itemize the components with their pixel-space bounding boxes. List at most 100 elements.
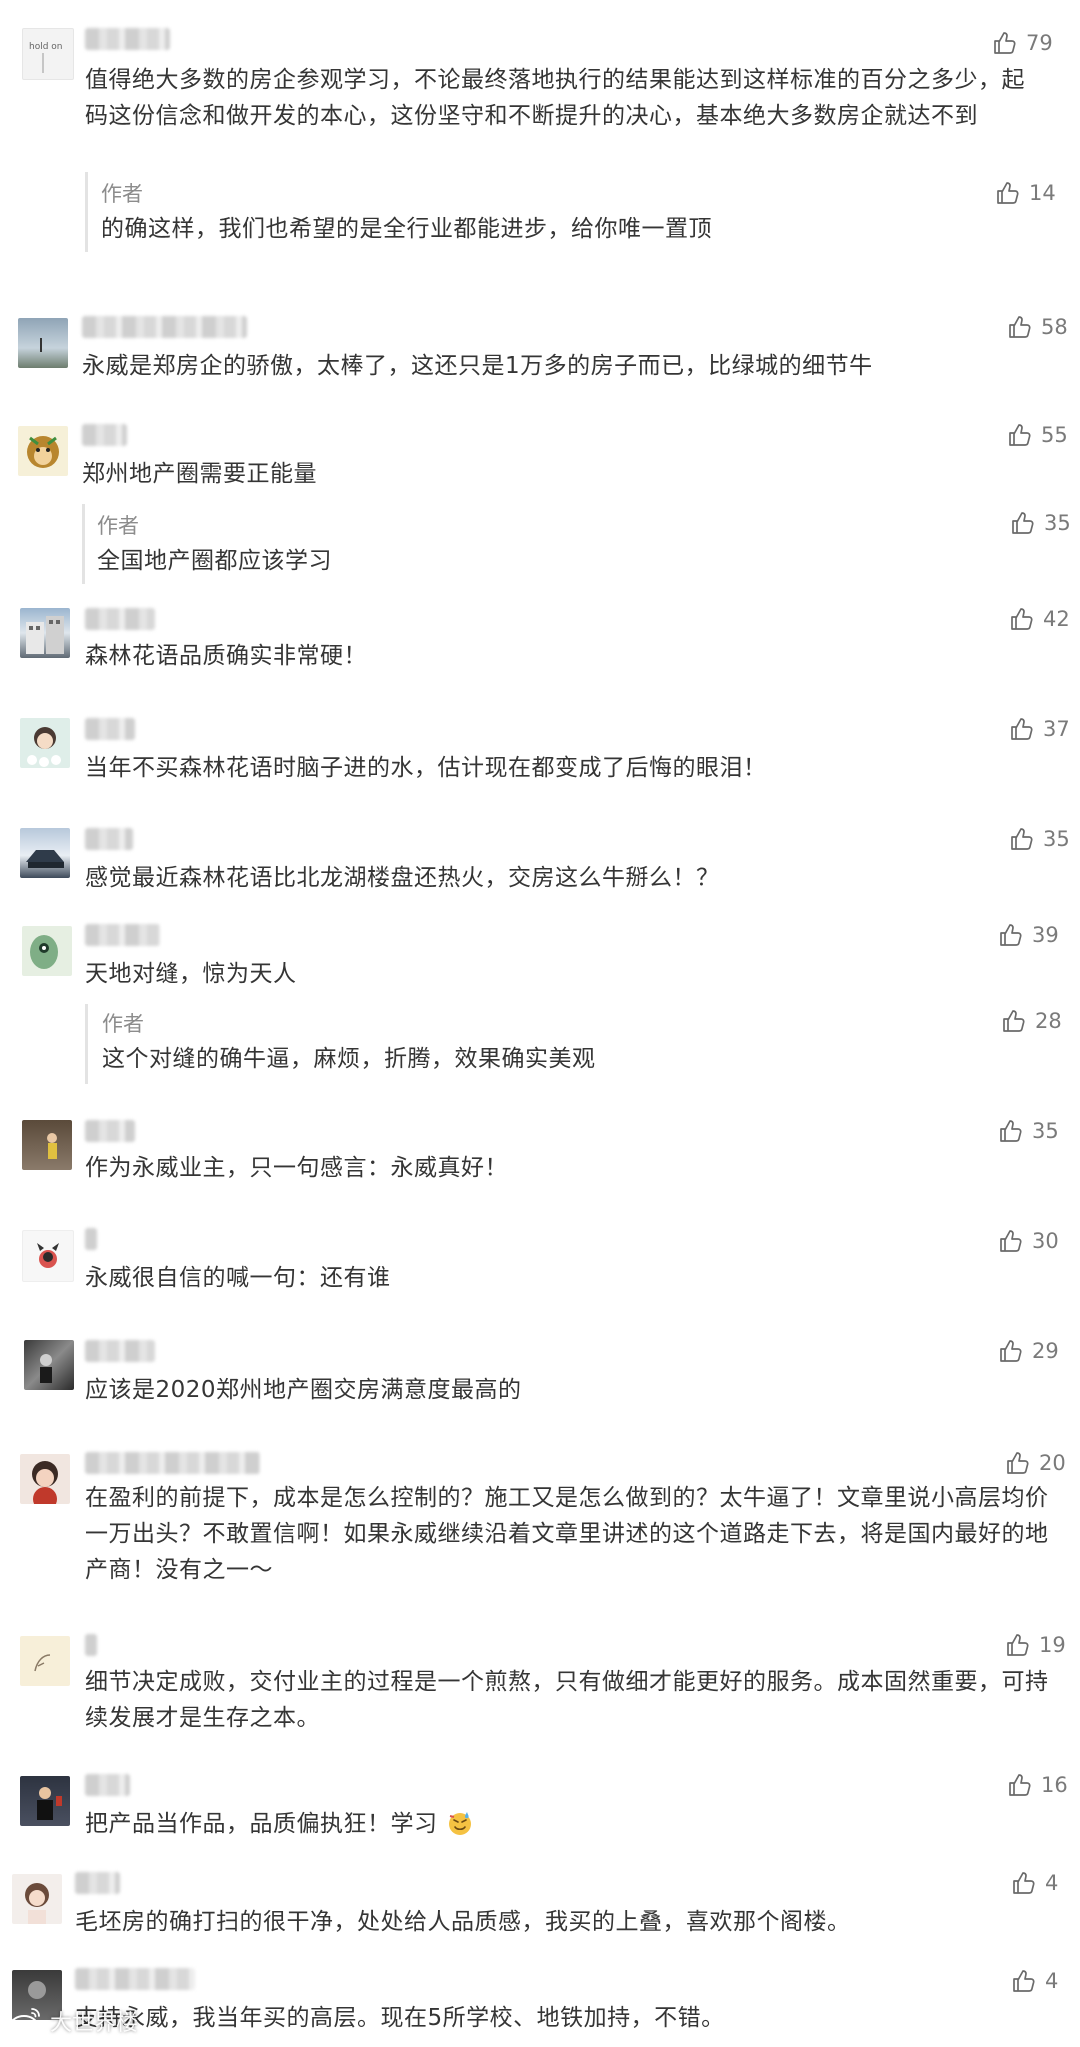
comment-text: 在盈利的前提下，成本是怎么控制的？施工又是怎么做到的？太牛逼了！文章里说小高层均… [85,1485,1049,1583]
comment-text: 永威是郑房企的骄傲，太棒了，这还只是1万多的房子而已，比绿城的细节牛 [82,353,873,379]
like-button[interactable]: 29 [998,1336,1059,1366]
comment-text: 应该是2020郑州地产圈交房满意度最高的 [85,1377,522,1403]
dark-photo-avatar-icon[interactable] [24,1340,74,1390]
comment-text-content: 把产品当作品，品质偏执狂！学习 [85,1811,438,1837]
like-button[interactable]: 37 [1009,714,1070,744]
thumbs-up-icon [1013,1872,1035,1894]
nickname[interactable] [75,1968,195,1990]
like-button[interactable]: 42 [1009,604,1070,634]
comment-item: 4 毛坯房的确打扫的很干净，处处给人品质感，我买的上叠，喜欢那个阁楼。 [0,1868,1080,1958]
like-count: 4 [1045,1969,1059,1993]
thumbs-up-icon [997,182,1019,204]
like-count: 16 [1041,1773,1068,1797]
cartoon-girl-avatar-icon[interactable] [20,718,70,768]
author-label: 作者 [102,1012,144,1036]
thumbs-up-icon [1007,1452,1029,1474]
comment-text: 感觉最近森林花语比北龙湖楼盘还热火，交房这么牛掰么！？ [85,865,720,891]
like-button[interactable]: 28 [1001,1006,1062,1036]
sweat-smile-icon [449,1812,472,1835]
building-avatar-icon[interactable] [20,608,70,658]
comment-item: 42 森林花语品质确实非常硬！ [0,598,1080,698]
nickname[interactable] [75,1872,120,1894]
nickname[interactable] [85,828,133,850]
like-button[interactable]: 58 [1007,312,1068,342]
comment-text: 永威很自信的喊一句：还有谁 [85,1265,391,1291]
like-button[interactable]: 16 [1007,1770,1068,1800]
thumbs-up-icon [1011,718,1033,740]
thumbs-up-icon [1012,512,1034,534]
thumbs-up-icon [1000,1120,1022,1142]
like-button[interactable]: 39 [998,920,1059,950]
like-button[interactable]: 30 [998,1226,1059,1256]
like-count: 28 [1035,1009,1062,1033]
like-count: 35 [1044,511,1071,535]
cartoon-cat-avatar-icon[interactable] [22,1230,74,1282]
nickname[interactable] [82,316,247,338]
comment-item: 35 感觉最近森林花语比北龙湖楼盘还热火，交房这么牛掰么！？ [0,822,1080,912]
nickname[interactable] [85,924,160,946]
like-button[interactable]: 20 [1005,1448,1066,1478]
reply-text: 全国地产圈都应该学习 [97,548,332,574]
speaker-avatar-icon[interactable] [20,1776,70,1826]
nickname[interactable] [85,1120,135,1142]
reply-text: 的确这样，我们也希望的是全行业都能进步，给你唯一置顶 [101,216,712,242]
reply-text: 这个对缝的确牛逼，麻烦，折腾，效果确实美观 [102,1046,596,1072]
nickname[interactable] [85,1774,130,1796]
nickname[interactable] [85,608,155,630]
like-button[interactable]: 35 [1009,824,1070,854]
watermark: 大世界楼 [8,2003,138,2039]
nickname[interactable] [85,1452,260,1474]
nickname[interactable] [85,1634,97,1656]
like-button[interactable]: 35 [1010,508,1071,538]
like-count: 30 [1032,1229,1059,1253]
comment-text: 当年不买森林花语时脑子进的水，估计现在都变成了后悔的眼泪！ [85,755,767,781]
author-label: 作者 [101,182,143,206]
nickname[interactable] [85,28,170,50]
landscape-avatar-icon[interactable] [18,318,68,368]
author-reply: 作者 全国地产圈都应该学习 35 [82,504,1071,584]
thumbs-up-icon [1000,1340,1022,1362]
like-button[interactable]: 55 [1007,420,1068,450]
snow-car-avatar-icon[interactable] [20,828,70,878]
monkey-avatar-icon[interactable] [18,426,68,476]
person-avatar-icon[interactable] [22,1120,72,1170]
thumbs-up-icon [1000,1230,1022,1252]
comment-text: 郑州地产圈需要正能量 [82,461,317,487]
author-reply: 作者 的确这样，我们也希望的是全行业都能进步，给你唯一置顶 14 [85,172,1056,252]
nickname[interactable] [85,1228,97,1250]
girl-avatar-icon[interactable] [20,1454,70,1504]
like-button[interactable]: 14 [995,178,1056,208]
like-button[interactable]: 19 [1005,1630,1066,1660]
thumbs-up-icon [994,32,1016,54]
comment-item: hold on 79 值得绝大多数的房企参观学习，不论最终落地执行的结果能达到这… [0,0,1080,260]
woman-avatar-icon[interactable] [12,1874,62,1924]
like-count: 35 [1043,827,1070,851]
nickname[interactable] [82,424,127,446]
comment-text: 森林花语品质确实非常硬！ [85,643,367,669]
comment-text: 细节决定成败，交付业主的过程是一个煎熬，只有做细才能更好的服务。成本固然重要，可… [85,1669,1049,1731]
sketch-avatar-icon[interactable] [20,1636,70,1686]
svg-text:hold on: hold on [29,42,63,52]
like-count: 55 [1041,423,1068,447]
like-count: 14 [1029,181,1056,205]
like-count: 79 [1026,31,1053,55]
nickname[interactable] [85,718,135,740]
comment-text: 把产品当作品，品质偏执狂！学习 [85,1806,1005,1842]
like-button[interactable]: 4 [1011,1868,1058,1898]
comment-item: 16 把产品当作品，品质偏执狂！学习 [0,1770,1080,1860]
comment-item: 35 作为永威业主，只一句感言：永威真好！ [0,1114,1080,1204]
like-count: 37 [1043,717,1070,741]
thumbs-up-icon [1003,1010,1025,1032]
like-button[interactable]: 79 [992,28,1053,58]
green-face-avatar-icon[interactable] [22,926,72,976]
like-button[interactable]: 4 [1011,1966,1058,1996]
thumbs-up-icon [1013,1970,1035,1992]
comment-text: 天地对缝，惊为天人 [85,961,297,987]
nickname[interactable] [85,1340,155,1362]
like-count: 19 [1039,1633,1066,1657]
hold-on-avatar-icon[interactable]: hold on [22,28,74,80]
comment-item: 58 永威是郑房企的骄傲，太棒了，这还只是1万多的房子而已，比绿城的细节牛 [0,300,1080,400]
comment-item: 29 应该是2020郑州地产圈交房满意度最高的 [0,1334,1080,1424]
like-button[interactable]: 35 [998,1116,1059,1146]
comment-item: 30 永威很自信的喊一句：还有谁 [0,1224,1080,1314]
